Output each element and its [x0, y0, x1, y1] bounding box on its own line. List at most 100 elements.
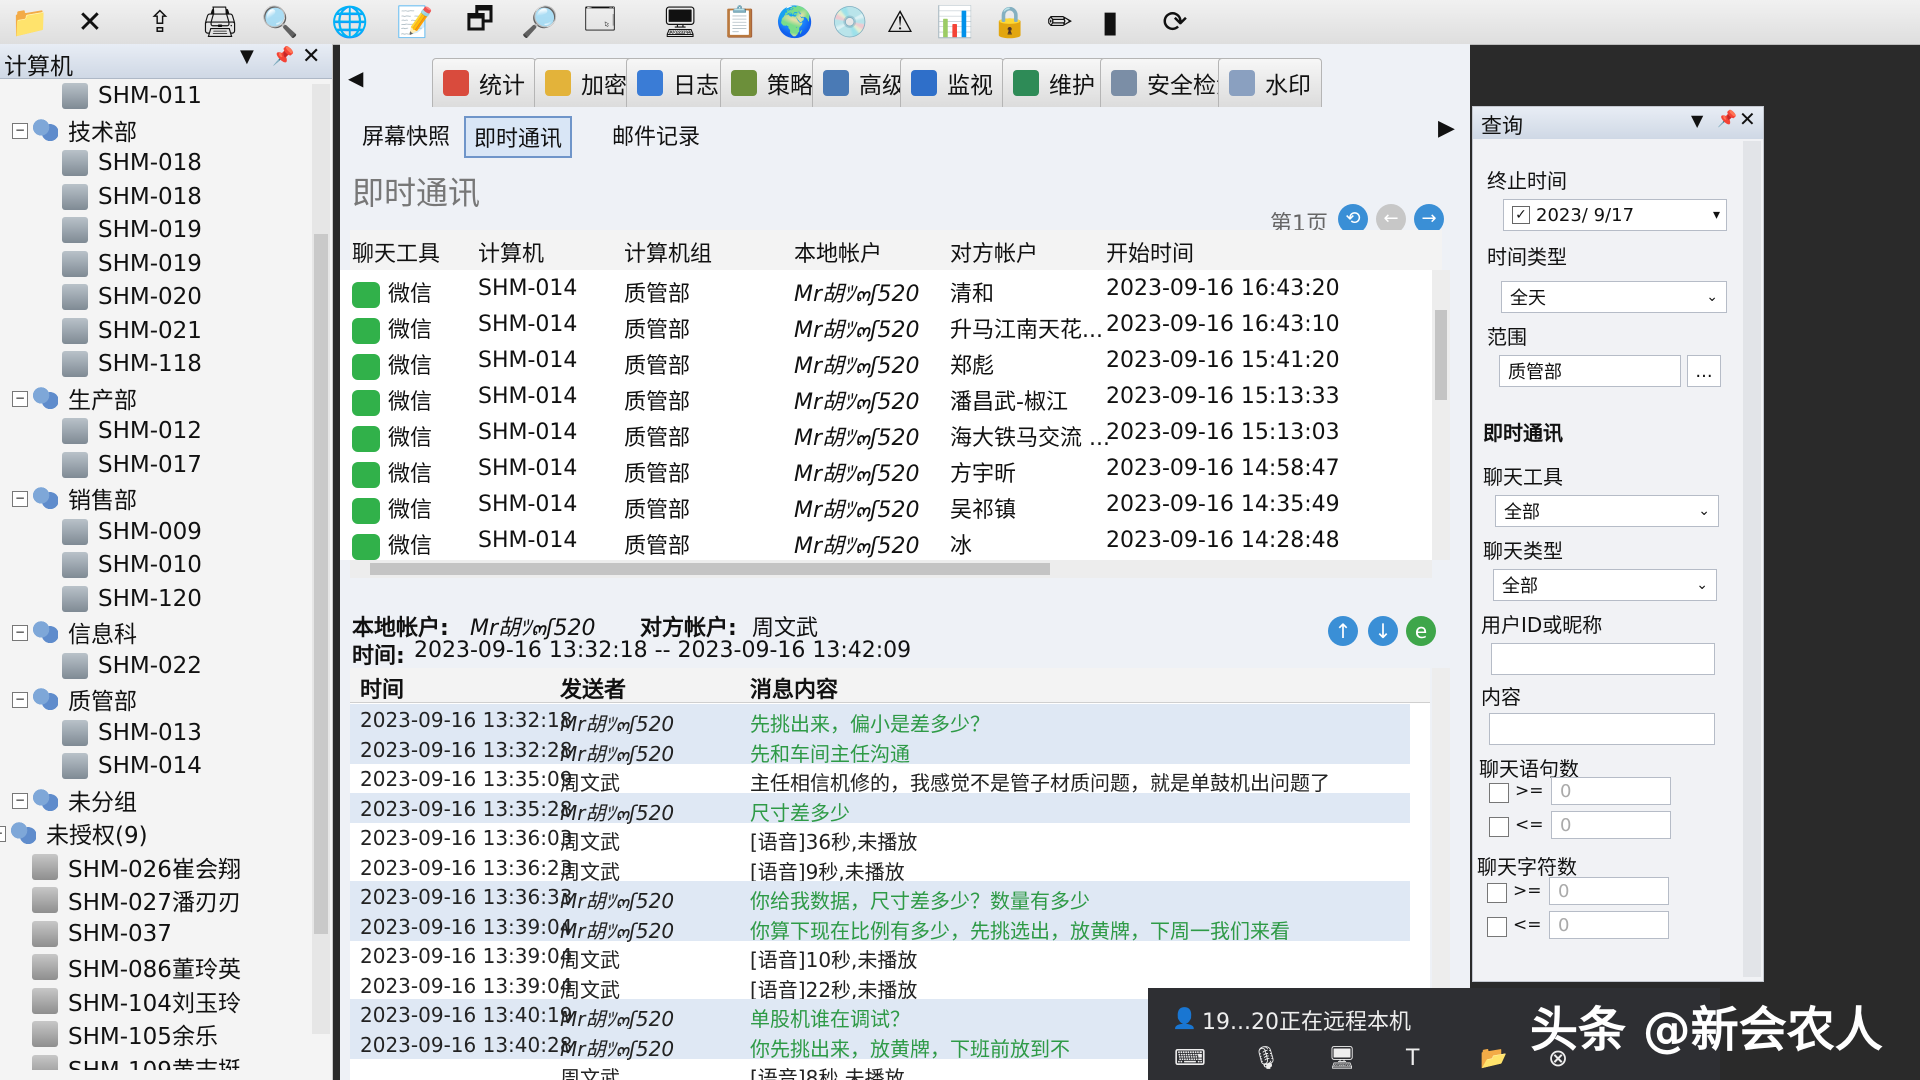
tab-5[interactable]: 监视: [900, 58, 1004, 107]
microphone-icon[interactable]: 🎙: [1252, 1046, 1280, 1071]
message-row[interactable]: 2023-09-16 13:32:28 Mr胡ﾂ๓ʃ520 先和车间主任沟通: [350, 733, 1410, 766]
folder-icon[interactable]: 📁: [10, 2, 50, 42]
chart-icon[interactable]: 📊: [935, 2, 975, 42]
grid-col-header[interactable]: 本地帐户: [794, 236, 882, 268]
grid-col-header[interactable]: 开始时间: [1106, 236, 1194, 268]
list-icon[interactable]: 📋: [720, 2, 760, 42]
screen-search-icon[interactable]: 🔎: [520, 2, 560, 42]
char-lte-input[interactable]: 0: [1549, 911, 1669, 939]
chat-tool-select[interactable]: 全部 ⌄: [1495, 495, 1719, 527]
tree-item[interactable]: 销售部: [32, 482, 137, 514]
grid-col-header[interactable]: 对方帐户: [950, 236, 1038, 268]
content-input[interactable]: [1489, 713, 1715, 745]
tab-6[interactable]: 维护: [1002, 58, 1106, 107]
query-pin-icon[interactable]: 📌: [1717, 109, 1737, 128]
sentence-gte-checkbox[interactable]: [1489, 783, 1509, 803]
subtab-0[interactable]: 屏幕快照: [354, 116, 458, 154]
tree-item[interactable]: SHM-017: [62, 449, 202, 481]
dropdown-icon[interactable]: ▼: [240, 46, 254, 67]
find-icon[interactable]: 🔍: [260, 2, 300, 42]
note-icon[interactable]: 📝: [395, 2, 435, 42]
tree-scrollbar[interactable]: [312, 84, 330, 1034]
tree-item[interactable]: SHM-086董玲英: [32, 951, 241, 983]
tab-3[interactable]: 策略: [720, 58, 824, 107]
grid-hscrollbar-thumb[interactable]: [370, 563, 1050, 575]
tab-2[interactable]: 日志: [626, 58, 730, 107]
tree-item[interactable]: SHM-104刘玉玲: [32, 985, 241, 1017]
keyboard-icon[interactable]: ⌨: [1174, 1046, 1206, 1071]
message-row[interactable]: 2023-09-16 13:36:03 周文武 [语音]36秒,未播放: [350, 822, 1410, 854]
grid-col-header[interactable]: 聊天工具: [352, 236, 440, 268]
query-scrollbar[interactable]: [1743, 141, 1761, 977]
printer-icon[interactable]: 🖨: [200, 2, 240, 42]
close-panel-icon[interactable]: ✕: [302, 44, 320, 69]
edit-icon[interactable]: ✏: [1040, 2, 1080, 42]
tree-item[interactable]: SHM-026崔会翔: [32, 851, 241, 883]
tree-item[interactable]: SHM-018: [62, 147, 202, 179]
message-row[interactable]: 2023-09-16 13:39:04 Mr胡ﾂ๓ʃ520 你算下现在比例有多少，先…: [350, 910, 1410, 943]
sentence-lte-input[interactable]: 0: [1551, 811, 1671, 839]
tree-expander[interactable]: −: [12, 390, 28, 407]
export-icon[interactable]: ⇪: [140, 2, 180, 42]
grid-vscrollbar-thumb[interactable]: [1435, 310, 1447, 400]
chat-type-select[interactable]: 全部 ⌄: [1493, 569, 1717, 601]
grid-vscrollbar[interactable]: [1432, 270, 1450, 560]
tab-1[interactable]: 加密: [534, 58, 638, 107]
tab-0[interactable]: 统计: [432, 58, 536, 107]
tree-item[interactable]: SHM-020: [62, 281, 202, 313]
globe-icon[interactable]: 🌐: [330, 2, 370, 42]
range-browse-button[interactable]: ...: [1687, 355, 1721, 387]
calendar-dropdown-icon[interactable]: ▾: [1713, 207, 1720, 223]
screen-icon[interactable]: 🖥: [1328, 1046, 1356, 1071]
text-icon[interactable]: T: [1406, 1046, 1419, 1071]
tree-item[interactable]: SHM-009: [62, 516, 202, 548]
warning-icon[interactable]: ⚠: [880, 2, 920, 42]
char-gte-input[interactable]: 0: [1549, 877, 1669, 905]
tree-item[interactable]: SHM-011: [62, 80, 202, 112]
grid-hscrollbar[interactable]: [350, 560, 1432, 578]
tree-item[interactable]: SHM-105余乐: [32, 1018, 218, 1050]
grid-row[interactable]: 微信 SHM-014 质管部 Mr胡ﾂ๓ʃ520 冰 2023-09-16 14:28:4…: [350, 524, 1442, 560]
message-row[interactable]: 2023-09-16 13:32:18 Mr胡ﾂ๓ʃ520 先挑出来，偏小是差多少？: [350, 704, 1410, 736]
sentence-lte-checkbox[interactable]: [1489, 817, 1509, 837]
message-row[interactable]: 2023-09-16 13:35:09 周文武 主任相信机修的，我感觉不是管子材质问…: [350, 763, 1410, 795]
arrow-up-icon[interactable]: ↑: [1328, 616, 1358, 646]
time-type-select[interactable]: 全天 ⌄: [1501, 281, 1727, 313]
query-close-icon[interactable]: ✕: [1739, 107, 1756, 131]
grid-row[interactable]: 微信 SHM-014 质管部 Mr胡ﾂ๓ʃ520 升马江南天花... 2023-09-16…: [350, 308, 1442, 344]
refresh-icon[interactable]: ⟳: [1155, 2, 1195, 42]
userid-input[interactable]: [1491, 643, 1715, 675]
file-transfer-icon[interactable]: 📂: [1480, 1046, 1507, 1071]
tree-item[interactable]: 质管部: [32, 683, 137, 715]
tree-expander[interactable]: −: [12, 491, 28, 507]
subtab-1[interactable]: 即时通讯: [464, 116, 573, 158]
tree-item[interactable]: SHM-014: [62, 750, 202, 782]
windows-icon[interactable]: 🗗: [460, 2, 500, 42]
grid-col-header[interactable]: 计算机: [478, 236, 544, 268]
lock-icon[interactable]: 🔒: [990, 2, 1030, 42]
tab-8[interactable]: 水印: [1218, 58, 1322, 107]
tree-item[interactable]: 技术部: [32, 114, 137, 146]
subtab-2[interactable]: 邮件记录: [604, 116, 708, 154]
grid-row[interactable]: 微信 SHM-014 质管部 Mr胡ﾂ๓ʃ520 潘昌武-椒江 2023-09-16 15…: [350, 380, 1442, 416]
tree-item[interactable]: SHM-018: [62, 181, 202, 213]
tree-item[interactable]: SHM-019: [62, 248, 202, 280]
message-row[interactable]: 2023-09-16 13:39:04 周文武 [语音]10秒,未播放: [350, 940, 1410, 972]
close-icon[interactable]: ✕: [70, 2, 110, 42]
query-dropdown-icon[interactable]: ▼: [1691, 111, 1703, 130]
grid-row[interactable]: 微信 SHM-014 质管部 Mr胡ﾂ๓ʃ520 海大铁马交流 ... 2023-09-1…: [350, 416, 1442, 452]
grid-row[interactable]: 微信 SHM-014 质管部 Mr胡ﾂ๓ʃ520 清和 2023-09-16 16:43:…: [350, 272, 1442, 308]
tree-item[interactable]: 未分组: [32, 784, 137, 816]
end-time-checkbox[interactable]: ✓: [1512, 206, 1530, 224]
tree-item[interactable]: SHM-022: [62, 650, 202, 682]
grid-row[interactable]: 微信 SHM-014 质管部 Mr胡ﾂ๓ʃ520 郑彪 2023-09-16 15:41:…: [350, 344, 1442, 380]
message-row[interactable]: 2023-09-16 13:36:33 Mr胡ﾂ๓ʃ520 你给我数据，尺寸差多少？…: [350, 881, 1410, 913]
tree-item[interactable]: SHM-120: [62, 583, 202, 615]
usb-icon[interactable]: ▮: [1090, 2, 1130, 42]
tree-item[interactable]: 生产部: [32, 382, 137, 414]
sentence-gte-input[interactable]: 0: [1551, 777, 1671, 805]
tree-item[interactable]: 未授权(9): [10, 817, 148, 849]
tree-item[interactable]: SHM-109黄志挺: [32, 1052, 241, 1070]
tree-item[interactable]: SHM-013: [62, 717, 202, 749]
range-field[interactable]: 质管部: [1499, 355, 1681, 387]
